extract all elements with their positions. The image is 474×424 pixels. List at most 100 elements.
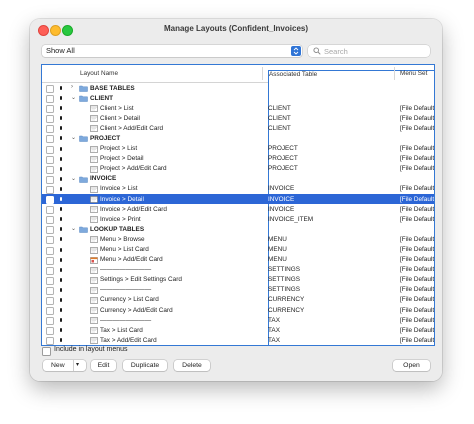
row-checkbox[interactable] bbox=[46, 266, 54, 275]
drag-handle-icon[interactable] bbox=[60, 207, 62, 212]
row-checkbox[interactable] bbox=[46, 115, 54, 124]
menu-set-cell[interactable]: [File Default] bbox=[400, 317, 434, 324]
group-row[interactable]: ⌄ CLIENT bbox=[42, 93, 434, 104]
menu-set-cell[interactable]: [File Default] bbox=[400, 327, 434, 334]
table-row[interactable]: Menu > List Card MENU [File Default] bbox=[42, 245, 434, 255]
row-checkbox[interactable] bbox=[46, 276, 54, 285]
row-checkbox[interactable] bbox=[46, 145, 54, 154]
drag-handle-icon[interactable] bbox=[60, 247, 62, 252]
chevron-right-icon[interactable]: › bbox=[71, 84, 73, 90]
row-checkbox[interactable] bbox=[46, 317, 54, 326]
drag-handle-icon[interactable] bbox=[60, 146, 62, 151]
row-checkbox[interactable] bbox=[46, 196, 54, 205]
table-row[interactable]: Project > List PROJECT [File Default] bbox=[42, 144, 434, 154]
drag-handle-icon[interactable] bbox=[60, 338, 62, 343]
drag-handle-icon[interactable] bbox=[60, 197, 62, 202]
table-row[interactable]: ———————— SETTINGS [File Default] bbox=[42, 265, 434, 275]
group-row[interactable]: › BASE TABLES bbox=[42, 83, 434, 93]
drag-handle-icon[interactable] bbox=[60, 267, 62, 272]
menu-set-cell[interactable]: [File Default] bbox=[400, 115, 434, 122]
drag-handle-icon[interactable] bbox=[60, 176, 62, 181]
table-row[interactable]: Invoice > Add/Edit Card INVOICE [File Defa… bbox=[42, 204, 434, 215]
row-checkbox[interactable] bbox=[46, 95, 54, 104]
menu-set-cell[interactable]: [File Default] bbox=[400, 155, 434, 162]
dropdown-arrow-icon[interactable]: ▾ bbox=[76, 360, 79, 371]
menu-set-cell[interactable]: [File Default] bbox=[400, 266, 434, 273]
duplicate-button[interactable]: Duplicate bbox=[123, 360, 167, 371]
chevron-down-icon[interactable]: ⌄ bbox=[71, 225, 76, 232]
table-row[interactable]: Currency > List Card CURRENCY [File Defaul… bbox=[42, 295, 434, 305]
row-checkbox[interactable] bbox=[46, 236, 54, 245]
drag-handle-icon[interactable] bbox=[60, 86, 62, 90]
column-header-menu-set[interactable]: Menu Set bbox=[400, 70, 427, 77]
menu-set-cell[interactable]: [File Default] bbox=[400, 125, 434, 132]
drag-handle-icon[interactable] bbox=[60, 136, 62, 141]
row-checkbox[interactable] bbox=[46, 296, 54, 305]
row-checkbox[interactable] bbox=[46, 165, 54, 174]
row-checkbox[interactable] bbox=[46, 185, 54, 194]
drag-handle-icon[interactable] bbox=[60, 166, 62, 171]
table-row[interactable]: Tax > List Card TAX [File Default] bbox=[42, 325, 434, 336]
drag-handle-icon[interactable] bbox=[60, 126, 62, 131]
table-row[interactable]: Project > Add/Edit Card PROJECT [File Defa… bbox=[42, 164, 434, 174]
drag-handle-icon[interactable] bbox=[60, 106, 62, 111]
drag-handle-icon[interactable] bbox=[60, 237, 62, 242]
table-row[interactable]: Tax > Add/Edit Card TAX [File Default] bbox=[42, 335, 434, 345]
drag-handle-icon[interactable] bbox=[60, 328, 62, 333]
drag-handle-icon[interactable] bbox=[60, 217, 62, 222]
row-checkbox[interactable] bbox=[46, 155, 54, 164]
menu-set-cell[interactable]: [File Default] bbox=[400, 236, 434, 243]
menu-set-cell[interactable]: [File Default] bbox=[400, 145, 434, 152]
table-row[interactable]: Project > Detail PROJECT [File Default] bbox=[42, 154, 434, 164]
row-checkbox[interactable] bbox=[46, 85, 54, 93]
row-checkbox[interactable] bbox=[46, 105, 54, 114]
menu-set-cell[interactable]: [File Default] bbox=[400, 206, 434, 213]
group-row[interactable]: ⌄ PROJECT bbox=[42, 133, 434, 144]
row-checkbox[interactable] bbox=[46, 327, 54, 336]
row-checkbox[interactable] bbox=[46, 256, 54, 265]
table-row[interactable]: Menu > Add/Edit Card MENU [File Default] bbox=[42, 255, 434, 265]
table-row[interactable]: Client > Add/Edit Card CLIENT [File Defaul… bbox=[42, 123, 434, 134]
menu-set-cell[interactable]: [File Default] bbox=[400, 185, 434, 192]
chevron-down-icon[interactable]: ⌄ bbox=[71, 94, 76, 101]
menu-set-cell[interactable]: [File Default] bbox=[400, 256, 434, 263]
row-checkbox[interactable] bbox=[46, 246, 54, 255]
menu-set-cell[interactable]: [File Default] bbox=[400, 216, 434, 223]
table-row[interactable]: ———————— TAX [File Default] bbox=[42, 315, 434, 326]
drag-handle-icon[interactable] bbox=[60, 156, 62, 161]
row-checkbox[interactable] bbox=[46, 125, 54, 134]
chevron-down-icon[interactable]: ⌄ bbox=[71, 134, 76, 141]
group-row[interactable]: ⌄ LOOKUP TABLES bbox=[42, 224, 434, 235]
table-row[interactable]: Menu > Browse MENU [File Default] bbox=[42, 234, 434, 245]
chevron-down-icon[interactable]: ⌄ bbox=[71, 175, 76, 182]
table-row[interactable]: Client > List CLIENT [File Default] bbox=[42, 103, 434, 114]
menu-set-cell[interactable]: [File Default] bbox=[400, 105, 434, 112]
drag-handle-icon[interactable] bbox=[60, 287, 62, 292]
row-checkbox[interactable] bbox=[46, 307, 54, 316]
minimize-window-button[interactable] bbox=[50, 25, 61, 36]
menu-set-cell[interactable]: [File Default] bbox=[400, 307, 434, 314]
drag-handle-icon[interactable] bbox=[60, 277, 62, 282]
new-button[interactable]: New ▾ bbox=[43, 360, 86, 371]
drag-handle-icon[interactable] bbox=[60, 257, 62, 262]
close-window-button[interactable] bbox=[38, 25, 49, 36]
menu-set-cell[interactable]: [File Default] bbox=[400, 276, 434, 283]
search-field[interactable] bbox=[308, 45, 430, 57]
edit-button[interactable]: Edit bbox=[91, 360, 116, 371]
menu-set-cell[interactable]: [File Default] bbox=[400, 165, 434, 172]
drag-handle-icon[interactable] bbox=[60, 96, 62, 101]
table-row[interactable]: Invoice > List INVOICE [File Default] bbox=[42, 184, 434, 194]
row-checkbox[interactable] bbox=[46, 216, 54, 225]
table-row[interactable]: Invoice > Print INVOICE_ITEM [File Default… bbox=[42, 214, 434, 225]
row-checkbox[interactable] bbox=[46, 226, 54, 235]
drag-handle-icon[interactable] bbox=[60, 227, 62, 232]
menu-set-cell[interactable]: [File Default] bbox=[400, 246, 434, 253]
row-checkbox[interactable] bbox=[46, 206, 54, 215]
popup-arrows-icon[interactable] bbox=[291, 46, 301, 56]
table-row[interactable]: Client > Detail CLIENT [File Default] bbox=[42, 113, 434, 124]
table-row[interactable]: Currency > Add/Edit Card CURRENCY [File De… bbox=[42, 305, 434, 316]
include-in-menus-checkbox[interactable] bbox=[42, 347, 51, 356]
table-row[interactable]: ———————— SETTINGS [File Default] bbox=[42, 285, 434, 295]
zoom-window-button[interactable] bbox=[62, 25, 73, 36]
table-row[interactable]: Settings > Edit Settings Card SETTINGS [Fi… bbox=[42, 275, 434, 285]
